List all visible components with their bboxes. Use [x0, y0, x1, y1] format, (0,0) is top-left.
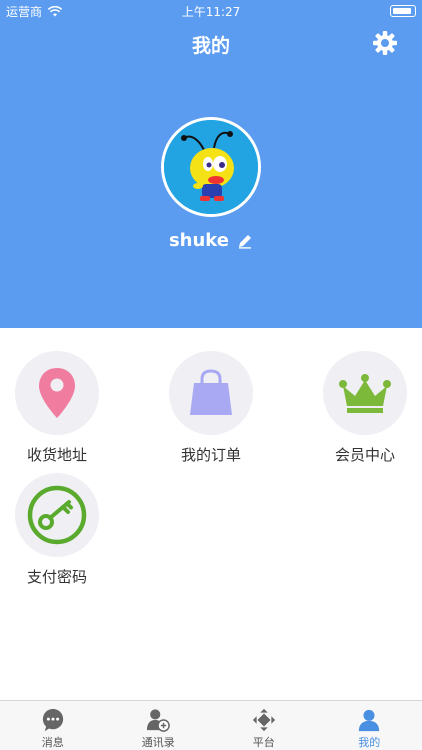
tab-label: 我的 — [358, 736, 381, 749]
gear-icon[interactable] — [372, 30, 398, 56]
menu-item-label: 收货地址 — [26, 446, 87, 464]
tab-label: 消息 — [41, 736, 64, 749]
status-bar: 运营商 上午11:27 — [0, 0, 422, 22]
tab-contacts[interactable]: 通讯录 — [106, 701, 212, 750]
orders-icon-circle — [169, 351, 253, 435]
username: shuke — [168, 230, 230, 251]
membership-icon-circle — [323, 351, 407, 435]
avatar[interactable] — [161, 117, 261, 217]
menu-item-address[interactable]: 收货地址 — [2, 351, 112, 465]
tab-bar: 消息 通讯录 平台 我的 — [0, 700, 422, 750]
platform-diamond-icon — [252, 708, 275, 732]
menu-item-membership[interactable]: 会员中心 — [310, 351, 420, 465]
menu-item-label: 会员中心 — [334, 446, 395, 464]
location-pin-icon — [39, 368, 75, 418]
crown-icon — [339, 374, 391, 413]
edit-pencil-icon[interactable] — [237, 233, 253, 249]
profile-header: 运营商 上午11:27 我的 shuke — [0, 0, 422, 328]
person-icon — [359, 709, 380, 732]
shopping-bag-icon — [190, 369, 232, 415]
contacts-add-icon — [147, 709, 171, 732]
chat-bubble-icon — [42, 708, 63, 732]
address-icon-circle — [15, 351, 99, 435]
clock: 上午11:27 — [181, 5, 241, 19]
menu-item-label: 我的订单 — [180, 446, 241, 464]
payment-password-icon-circle — [15, 473, 99, 557]
page-title: 我的 — [191, 35, 230, 57]
username-row: shuke — [0, 230, 422, 251]
key-icon — [27, 485, 87, 545]
tab-label: 通讯录 — [141, 736, 175, 749]
avatar-image — [164, 120, 258, 214]
menu-item-label: 支付密码 — [26, 568, 87, 586]
tab-mine[interactable]: 我的 — [317, 701, 422, 750]
menu-item-orders[interactable]: 我的订单 — [156, 351, 266, 465]
tab-label: 平台 — [252, 736, 275, 749]
tab-messages[interactable]: 消息 — [0, 701, 106, 750]
bee-cartoon-icon — [164, 120, 258, 214]
battery-icon — [390, 5, 416, 17]
menu-item-payment-password[interactable]: 支付密码 — [2, 473, 112, 587]
tab-platform[interactable]: 平台 — [211, 701, 317, 750]
